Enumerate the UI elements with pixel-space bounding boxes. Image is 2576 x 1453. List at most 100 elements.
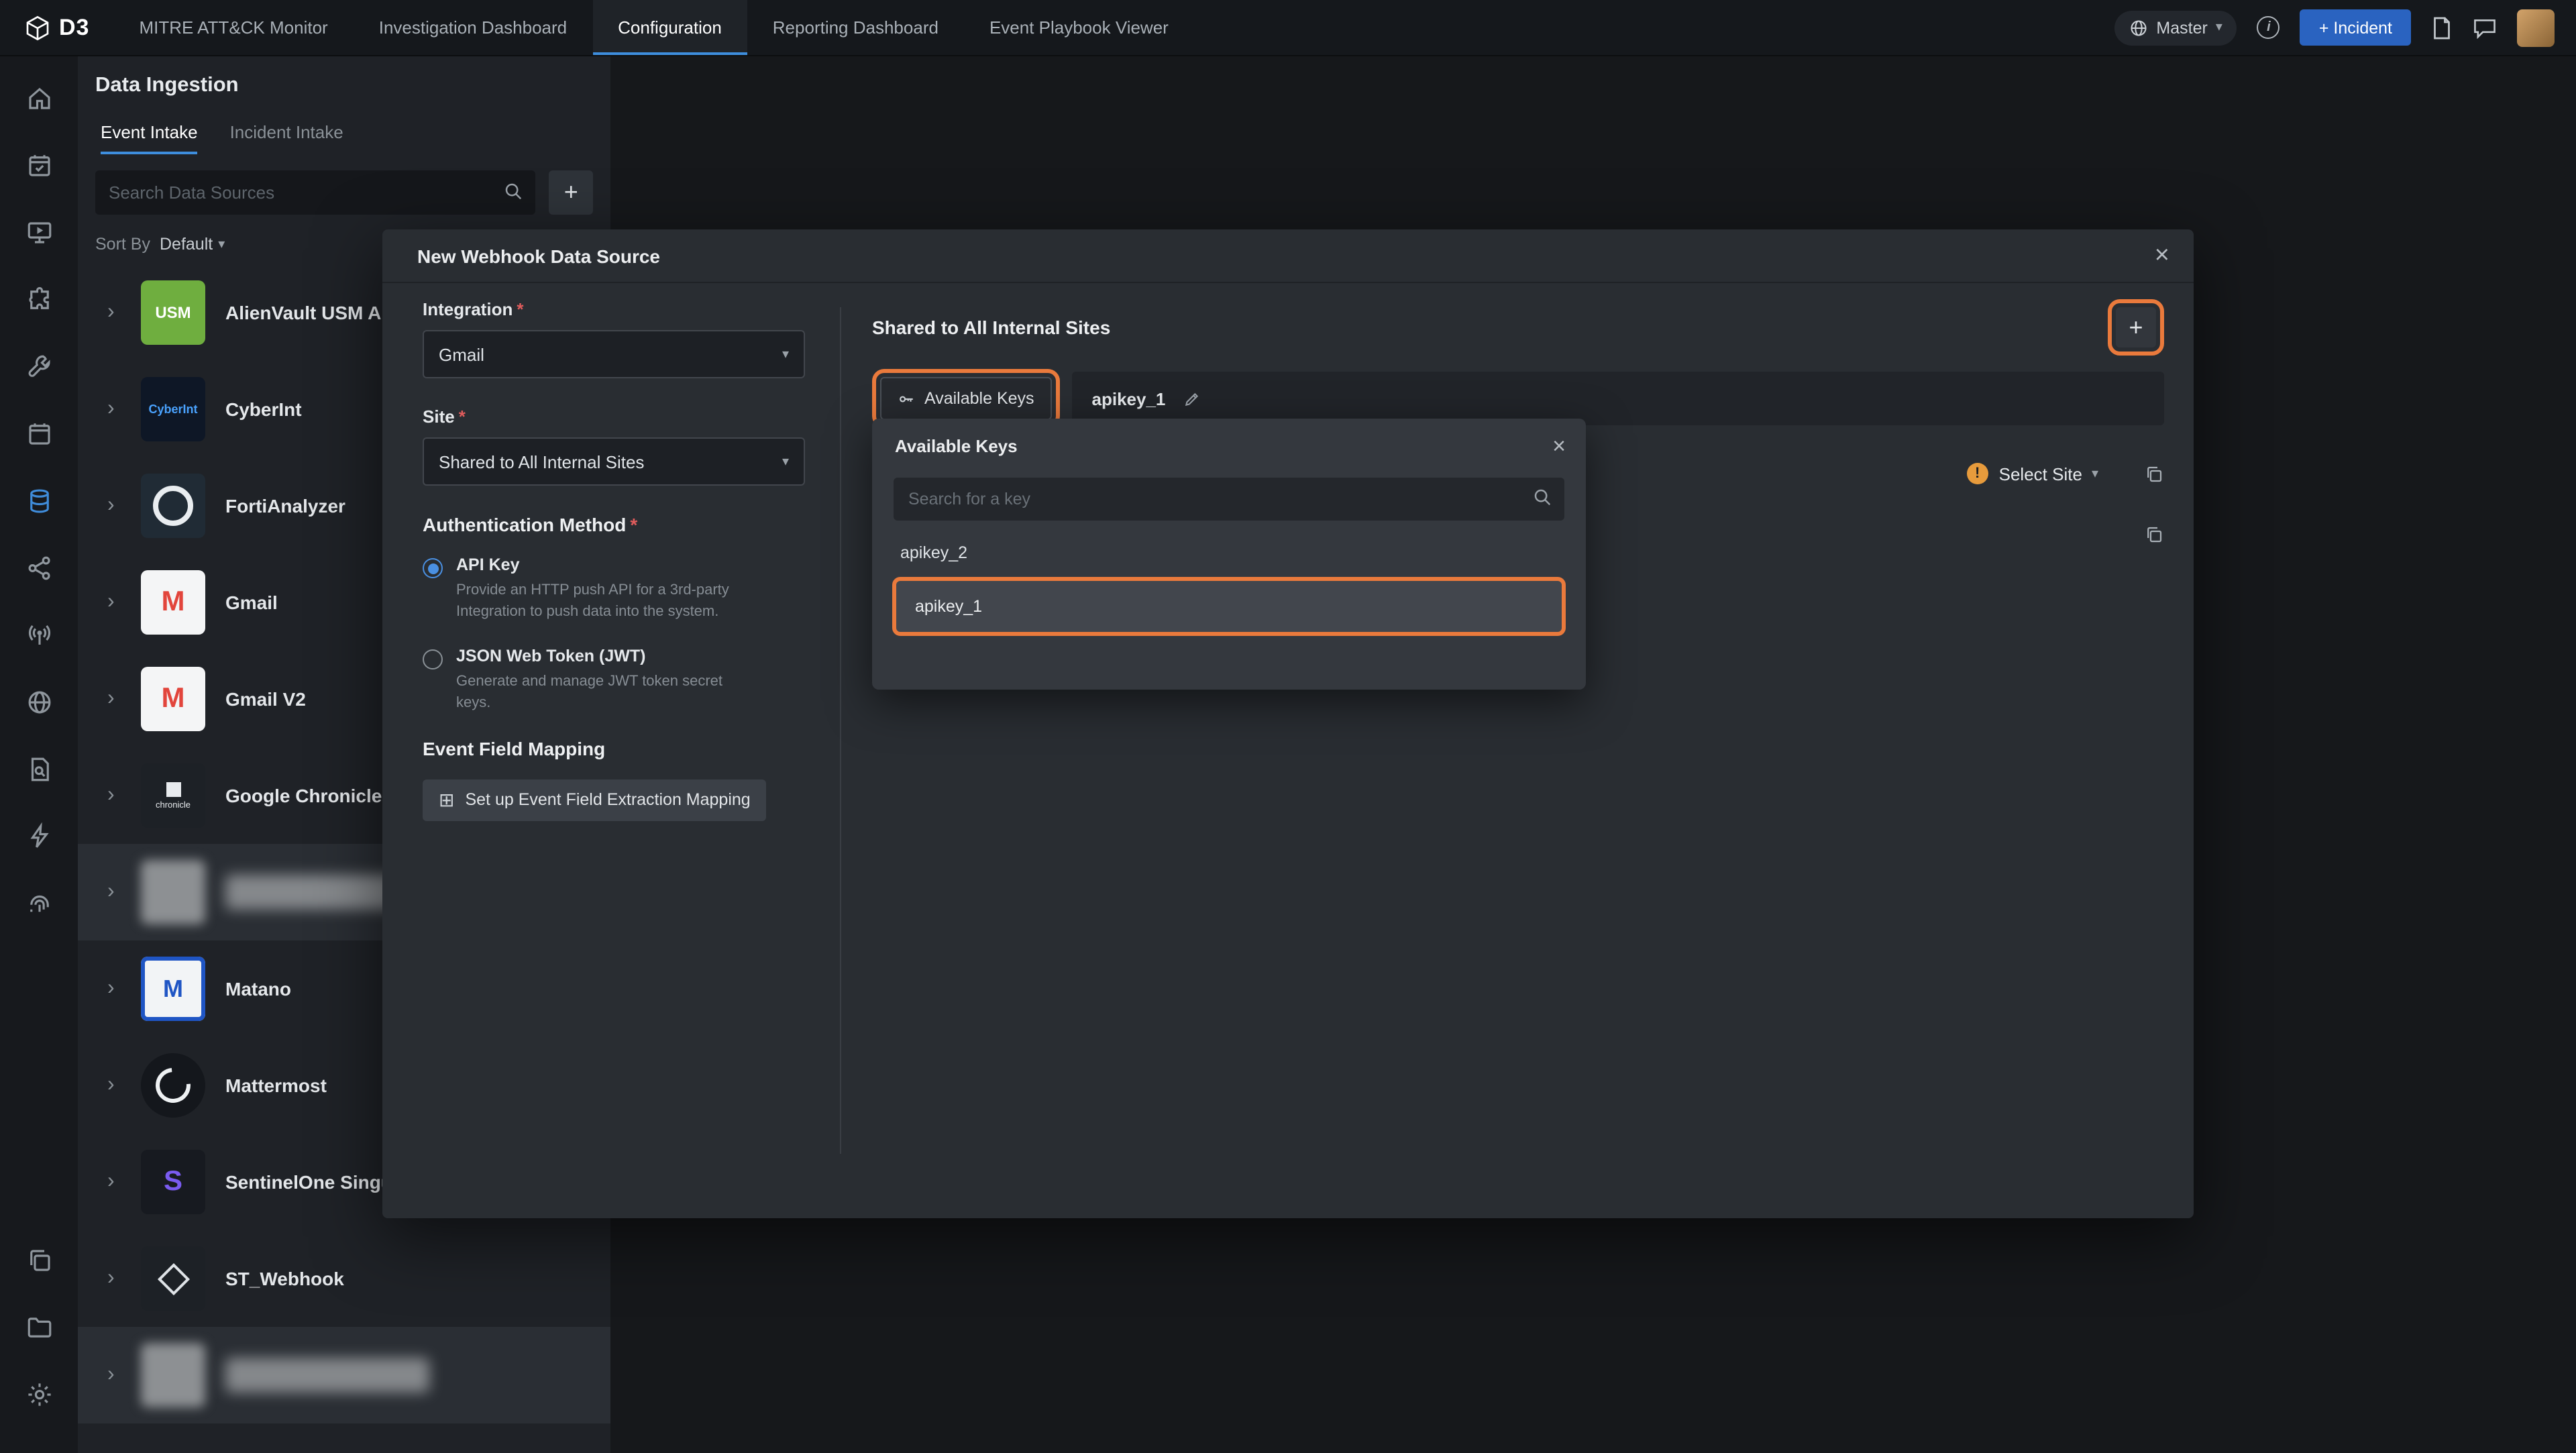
nav-item[interactable]: Event Playbook Viewer xyxy=(964,0,1194,55)
data-source-row[interactable]: ›ST_Webhook xyxy=(78,1230,610,1327)
search-icon[interactable] xyxy=(504,181,524,201)
intake-tabs: Event Intake Incident Intake xyxy=(78,98,610,154)
data-source-name: FortiAnalyzer xyxy=(225,495,345,517)
auth-option-api-key[interactable]: API Key Provide an HTTP push API for a 3… xyxy=(423,555,805,624)
application-window: D3 MITRE ATT&CK MonitorInvestigation Das… xyxy=(0,0,2576,1453)
sort-by-dropdown[interactable]: Default ▾ xyxy=(160,235,225,254)
site-label: Site* xyxy=(423,407,805,427)
redacted-logo-icon xyxy=(141,860,205,924)
chat-icon[interactable] xyxy=(2473,17,2497,38)
matano-logo-icon: M xyxy=(141,957,205,1021)
workspaces-icon[interactable] xyxy=(15,1236,63,1284)
integrations-icon[interactable] xyxy=(15,275,63,323)
connections-icon[interactable] xyxy=(15,543,63,592)
add-data-source-button[interactable]: + xyxy=(549,170,593,215)
expand-chevron-icon[interactable]: › xyxy=(107,687,121,711)
site-value: Shared to All Internal Sites xyxy=(439,451,644,472)
data-source-name: AlienVault USM An xyxy=(225,302,392,323)
key-search-input[interactable] xyxy=(894,478,1564,521)
close-icon[interactable]: × xyxy=(1552,435,1566,458)
tab-incident-intake[interactable]: Incident Intake xyxy=(230,122,343,154)
auth-method-label: Authentication Method* xyxy=(423,514,805,535)
expand-chevron-icon[interactable]: › xyxy=(107,494,121,518)
select-site-dropdown[interactable]: Select Site ▾ xyxy=(1999,464,2098,484)
close-icon[interactable]: × xyxy=(2155,243,2169,268)
user-avatar[interactable] xyxy=(2517,9,2555,46)
document-icon[interactable] xyxy=(2431,15,2453,40)
edit-pencil-icon[interactable] xyxy=(1183,390,1200,407)
required-asterisk: * xyxy=(630,514,637,535)
site-select[interactable]: Shared to All Internal Sites ▾ xyxy=(423,437,805,486)
shared-section-title: Shared to All Internal Sites xyxy=(872,317,1110,338)
chronicle-logo-icon: chronicle xyxy=(141,763,205,828)
key-list-item[interactable]: apikey_2 xyxy=(900,543,1586,562)
new-webhook-modal: New Webhook Data Source × Integration* G… xyxy=(382,229,2194,1218)
logo-text: D3 xyxy=(59,14,89,41)
automation-icon[interactable] xyxy=(15,812,63,860)
expand-chevron-icon[interactable]: › xyxy=(107,397,121,421)
radio-unselected-icon[interactable] xyxy=(423,649,443,669)
nav-item[interactable]: Configuration xyxy=(592,0,747,55)
home-icon[interactable] xyxy=(15,74,63,122)
available-keys-button[interactable]: Available Keys xyxy=(880,377,1052,420)
d3-logo[interactable]: D3 xyxy=(0,14,113,41)
new-incident-button[interactable]: + Incident xyxy=(2300,9,2411,46)
web-icon[interactable] xyxy=(15,678,63,726)
integration-label: Integration* xyxy=(423,299,805,319)
expand-chevron-icon[interactable]: › xyxy=(107,784,121,808)
utilities-icon[interactable] xyxy=(15,342,63,390)
expand-chevron-icon[interactable]: › xyxy=(107,1363,121,1387)
copy-icon[interactable] xyxy=(2144,464,2164,484)
select-site-label: Select Site xyxy=(1999,464,2082,484)
expand-chevron-icon[interactable]: › xyxy=(107,1267,121,1291)
expand-chevron-icon[interactable]: › xyxy=(107,590,121,614)
nav-item[interactable]: MITRE ATT&CK Monitor xyxy=(113,0,353,55)
popup-title: Available Keys xyxy=(895,436,1018,456)
required-asterisk: * xyxy=(517,299,523,319)
redacted-name xyxy=(225,1358,429,1393)
nav-item[interactable]: Reporting Dashboard xyxy=(747,0,964,55)
search-input[interactable] xyxy=(95,170,536,215)
add-key-button[interactable]: + xyxy=(2116,307,2156,347)
data-source-row[interactable]: › xyxy=(78,1327,610,1423)
sidebar xyxy=(0,56,78,1453)
search-icon[interactable] xyxy=(1532,487,1552,507)
copy-icon[interactable] xyxy=(2144,525,2164,545)
nav-item[interactable]: Investigation Dashboard xyxy=(354,0,592,55)
grid-icon: ⊞ xyxy=(439,789,454,812)
chevron-down-icon: ▾ xyxy=(782,347,789,362)
site-selector[interactable]: Master ▾ xyxy=(2114,10,2237,45)
webhook-form: Integration* Gmail ▾ Site* Shared to All… xyxy=(423,299,805,821)
expand-chevron-icon[interactable]: › xyxy=(107,880,121,904)
sort-by-label: Sort By xyxy=(95,235,150,254)
data-ingestion-icon[interactable] xyxy=(15,476,63,525)
tab-event-intake[interactable]: Event Intake xyxy=(101,122,198,154)
setup-mapping-button[interactable]: ⊞ Set up Event Field Extraction Mapping xyxy=(423,779,767,821)
settings-icon[interactable] xyxy=(15,1370,63,1418)
expand-chevron-icon[interactable]: › xyxy=(107,977,121,1001)
available-keys-label: Available Keys xyxy=(924,389,1034,408)
key-list-item-highlighted[interactable]: apikey_1 xyxy=(892,577,1566,636)
auth-option-jwt[interactable]: JSON Web Token (JWT) Generate and manage… xyxy=(423,647,805,715)
integration-select[interactable]: Gmail ▾ xyxy=(423,330,805,378)
investigation-icon[interactable] xyxy=(15,745,63,793)
expand-chevron-icon[interactable]: › xyxy=(107,1170,121,1194)
auth-option-label: JSON Web Token (JWT) xyxy=(456,647,749,665)
expand-chevron-icon[interactable]: › xyxy=(107,301,121,325)
fingerprint-icon[interactable] xyxy=(15,879,63,927)
cyberint-logo-icon: CyberInt xyxy=(141,377,205,441)
file-store-icon[interactable] xyxy=(15,1303,63,1351)
radio-selected-icon[interactable] xyxy=(423,558,443,578)
gmail-logo-icon: M xyxy=(141,667,205,731)
key-search-box xyxy=(894,478,1564,521)
signal-icon[interactable] xyxy=(15,610,63,659)
page-title: Data Ingestion xyxy=(78,56,610,98)
schedule-icon[interactable] xyxy=(15,141,63,189)
chevron-down-icon: ▾ xyxy=(2216,20,2222,35)
calendar-icon[interactable] xyxy=(15,409,63,458)
expand-chevron-icon[interactable]: › xyxy=(107,1073,121,1097)
playbook-viewer-icon[interactable] xyxy=(15,208,63,256)
globe-icon xyxy=(2129,18,2148,37)
info-icon[interactable]: i xyxy=(2257,16,2280,39)
search-row: + xyxy=(78,154,610,215)
